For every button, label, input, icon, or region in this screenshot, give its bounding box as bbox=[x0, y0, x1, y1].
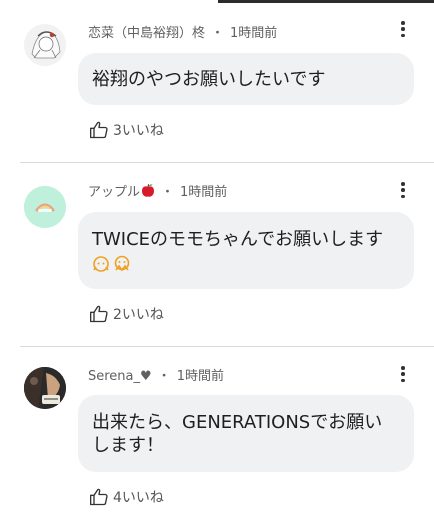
like-count: 4いいね bbox=[113, 490, 164, 506]
comment-text: 出来たら、GENERATIONSでお願いします！ bbox=[92, 412, 383, 456]
avatar[interactable] bbox=[24, 186, 66, 228]
comment-meta: 恋菜（中島裕翔）柊・ 1時間前 bbox=[88, 22, 277, 41]
thumbs-up-icon bbox=[90, 305, 108, 323]
comment-text: TWICEのモモちゃんでお願いします bbox=[92, 229, 384, 250]
timestamp: 1時間前 bbox=[176, 369, 224, 384]
like-button[interactable]: 3いいね bbox=[89, 120, 164, 140]
separator: ・ bbox=[161, 185, 175, 200]
timestamp: 1時間前 bbox=[180, 185, 228, 200]
like-count: 3いいね bbox=[113, 123, 164, 139]
more-vert-icon[interactable] bbox=[398, 19, 408, 39]
comment-bubble: 裕翔のやつお願いしたいです bbox=[78, 53, 414, 105]
comment-bubble: 出来たら、GENERATIONSでお願いします！ bbox=[78, 395, 414, 472]
like-count: 2いいね bbox=[113, 307, 164, 323]
avatar[interactable] bbox=[24, 24, 66, 66]
thumbs-up-icon bbox=[90, 121, 108, 139]
divider bbox=[20, 162, 434, 163]
face-emoji bbox=[93, 256, 109, 272]
author-name[interactable]: Serena_♥ bbox=[88, 369, 152, 384]
comment-list: 恋菜（中島裕翔）柊・ 1時間前 裕翔のやつお願いしたいです 3いいね アップル・ 1… bbox=[0, 0, 434, 512]
face-emoji bbox=[114, 255, 130, 272]
thumbs-up-icon bbox=[90, 488, 108, 506]
separator: ・ bbox=[157, 369, 171, 384]
like-button[interactable]: 2いいね bbox=[89, 304, 164, 324]
timestamp: 1時間前 bbox=[230, 26, 278, 41]
divider bbox=[20, 346, 434, 347]
more-vert-icon[interactable] bbox=[398, 180, 408, 200]
more-vert-icon[interactable] bbox=[398, 364, 408, 384]
emoji-row bbox=[92, 252, 383, 275]
tab-indicator bbox=[218, 0, 434, 3]
author-name[interactable]: 恋菜（中島裕翔）柊 bbox=[88, 26, 205, 41]
comment-bubble: TWICEのモモちゃんでお願いします bbox=[78, 212, 414, 289]
separator: ・ bbox=[211, 26, 225, 41]
avatar[interactable] bbox=[24, 367, 66, 409]
comment-meta: アップル ・ 1時間前 bbox=[88, 181, 227, 200]
comment-meta: Serena_♥ ・ 1時間前 bbox=[88, 365, 224, 384]
author-name[interactable]: アップル bbox=[88, 185, 140, 200]
like-button[interactable]: 4いいね bbox=[89, 487, 164, 507]
comment-text: 裕翔のやつお願いしたいです bbox=[92, 68, 326, 90]
apple-emoji bbox=[142, 184, 155, 197]
